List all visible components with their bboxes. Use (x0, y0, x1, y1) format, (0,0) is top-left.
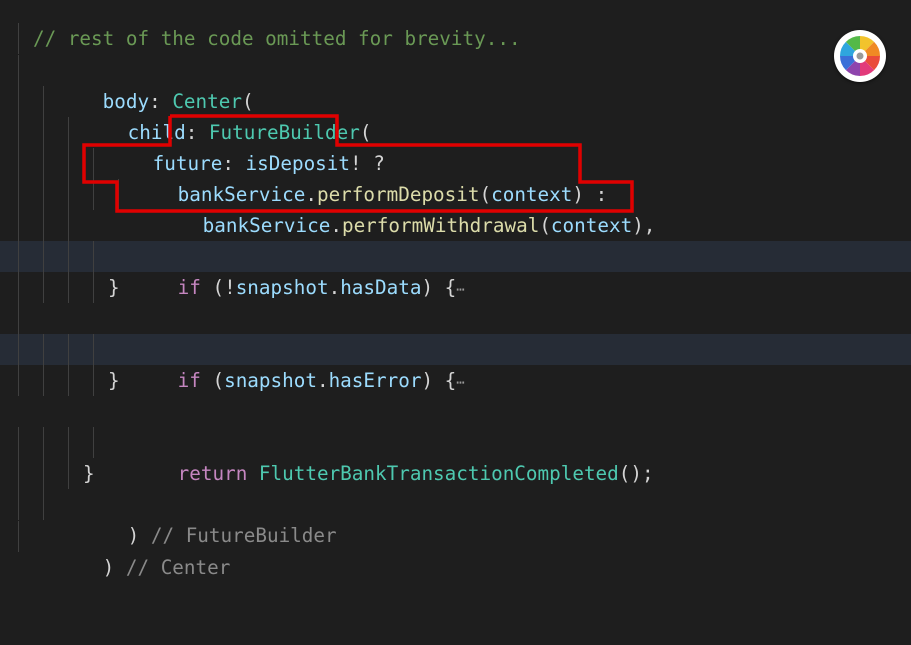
code-line: ) // Center (0, 521, 911, 579)
code-comment: // Center (114, 556, 231, 579)
code-line: ) // FutureBuilder (0, 489, 911, 547)
code-token: } (108, 276, 120, 299)
code-line: bankService.performWithdrawal(context), (0, 179, 911, 237)
code-line: future: isDeposit! ? (0, 117, 911, 175)
code-comment: // rest of the code omitted for brevity.… (33, 27, 521, 50)
code-token: } (83, 462, 95, 485)
code-line: } (0, 458, 911, 489)
code-line: } (0, 365, 911, 396)
color-wheel-icon[interactable] (834, 30, 886, 82)
code-line: return FlutterBankTransactionCompleted()… (0, 427, 911, 485)
code-line: builder: (context, snapshot) { (0, 210, 911, 268)
code-line: } (0, 272, 911, 303)
code-line: child: FutureBuilder( (0, 86, 911, 144)
code-token: } (108, 369, 120, 392)
code-token: ) (102, 556, 115, 579)
code-line: body: Center( (0, 55, 911, 113)
code-line: if (!snapshot.hasData) {⋯ (0, 241, 911, 299)
code-line (0, 303, 911, 334)
code-line: // rest of the code omitted for brevity.… (0, 23, 911, 54)
code-editor[interactable]: // rest of the code omitted for brevity.… (0, 0, 911, 579)
code-line: if (snapshot.hasError) {⋯ (0, 334, 911, 392)
code-line: bankService.performDeposit(context) : (0, 148, 911, 206)
